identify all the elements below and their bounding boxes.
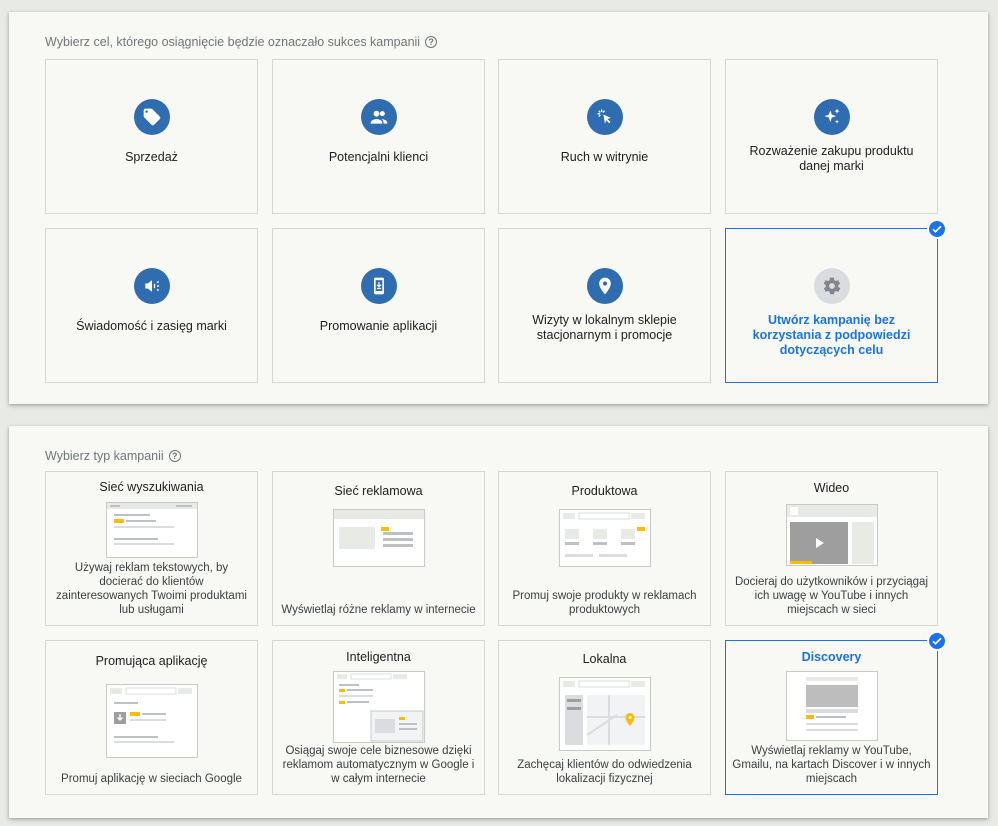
campaign-type-panel: Wybierz typ kampanii ? Sieć wyszukiwania… bbox=[9, 426, 988, 818]
goal-card-local-store-visits[interactable]: Wizyty w lokalnym sklepie stacjonarnym i… bbox=[498, 228, 711, 383]
goal-selection-panel: Wybierz cel, którego osiągnięcie będzie … bbox=[9, 12, 988, 404]
help-icon[interactable]: ? bbox=[425, 36, 438, 48]
type-title: Produktowa bbox=[571, 484, 638, 498]
goal-label-selected: Utwórz kampanię bez korzystania z podpow… bbox=[752, 313, 911, 357]
type-card-smart[interactable]: Inteligentna Osiągaj swoje cele biznesow… bbox=[272, 640, 485, 795]
type-title: Promująca aplikację bbox=[95, 654, 208, 668]
type-section-title: Wybierz typ kampanii ? bbox=[45, 449, 181, 463]
location-pin-icon bbox=[586, 268, 623, 304]
type-description: Wyświetlaj reklamy w YouTube, Gmailu, na… bbox=[732, 745, 931, 785]
type-title: Sieć wyszukiwania bbox=[99, 480, 204, 494]
goal-label: Sprzedaż bbox=[125, 150, 178, 164]
display-illustration bbox=[332, 509, 425, 567]
type-card-app[interactable]: Promująca aplikację Promuj aplikację w s… bbox=[45, 640, 258, 795]
goal-card-website-traffic[interactable]: Ruch w witrynie bbox=[498, 59, 711, 214]
type-card-discovery[interactable]: Discovery Wyświetlaj reklamy w YouTube, … bbox=[725, 631, 947, 795]
goal-label: Ruch w witrynie bbox=[560, 150, 649, 164]
goal-card-leads[interactable]: Potencjalni klienci bbox=[272, 59, 485, 214]
type-card-search[interactable]: Sieć wyszukiwania Używaj reklam tekstowy… bbox=[45, 471, 258, 626]
type-card-video[interactable]: Wideo Docieraj do użytkowników i przycią… bbox=[725, 471, 938, 626]
goal-label: Wizyty w lokalnym sklepie stacjonarnym i… bbox=[532, 313, 677, 342]
type-card-shopping[interactable]: Produktowa Promuj swoje produkty w rekla… bbox=[498, 471, 711, 626]
type-description: Docieraj do użytkowników i przyciągaj ic… bbox=[734, 576, 929, 616]
type-description: Promuj aplikację w sieciach Google bbox=[61, 773, 242, 785]
people-icon bbox=[360, 99, 397, 135]
app-illustration bbox=[105, 684, 198, 758]
discovery-illustration bbox=[785, 671, 878, 741]
type-description: Wyświetlaj różne reklamy w internecie bbox=[281, 604, 476, 616]
goal-card-app-promotion[interactable]: Promowanie aplikacji bbox=[272, 228, 485, 383]
goal-label: Świadomość i zasięg marki bbox=[76, 319, 227, 333]
type-card-display[interactable]: Sieć reklamowa Wyświetlaj różne reklamy … bbox=[272, 471, 485, 626]
megaphone-icon bbox=[133, 268, 170, 304]
goal-card-no-goal[interactable]: Utwórz kampanię bez korzystania z podpow… bbox=[725, 219, 947, 383]
smart-illustration bbox=[332, 671, 425, 743]
goal-label: Potencjalni klienci bbox=[328, 150, 429, 164]
help-icon[interactable]: ? bbox=[168, 450, 181, 462]
video-illustration bbox=[785, 504, 878, 566]
type-description: Używaj reklam tekstowych, by docierać do… bbox=[56, 562, 247, 616]
local-illustration bbox=[558, 677, 651, 751]
type-title: Wideo bbox=[813, 481, 850, 495]
type-title-selected: Discovery bbox=[801, 650, 862, 664]
check-icon bbox=[927, 631, 947, 651]
goal-card-brand-consideration[interactable]: Rozważenie zakupu produktu danej marki bbox=[725, 59, 938, 214]
type-description: Promuj swoje produkty w reklamach produk… bbox=[512, 590, 697, 616]
gear-icon bbox=[813, 268, 850, 304]
phone-download-icon bbox=[360, 268, 397, 304]
type-title: Inteligentna bbox=[346, 650, 411, 664]
type-title: Sieć reklamowa bbox=[334, 484, 423, 498]
goal-label: Rozważenie zakupu produktu danej marki bbox=[749, 144, 914, 173]
cursor-click-icon bbox=[586, 99, 623, 135]
goal-card-sales[interactable]: Sprzedaż bbox=[45, 59, 258, 214]
type-title: Lokalna bbox=[582, 652, 627, 666]
type-description: Osiągaj swoje cele biznesowe dzięki rekl… bbox=[282, 745, 475, 785]
search-illustration bbox=[105, 502, 198, 558]
goal-label: Promowanie aplikacji bbox=[319, 319, 438, 333]
goal-section-title: Wybierz cel, którego osiągnięcie będzie … bbox=[45, 35, 438, 49]
shopping-illustration bbox=[558, 509, 651, 567]
sparkle-icon bbox=[813, 99, 850, 135]
goal-card-brand-awareness[interactable]: Świadomość i zasięg marki bbox=[45, 228, 258, 383]
tag-icon bbox=[133, 99, 170, 135]
check-icon bbox=[927, 219, 947, 239]
type-description: Zachęcaj klientów do odwiedzenia lokaliz… bbox=[517, 759, 692, 785]
type-card-local[interactable]: Lokalna Zachęcaj klientów do odwiedzenia… bbox=[498, 640, 711, 795]
